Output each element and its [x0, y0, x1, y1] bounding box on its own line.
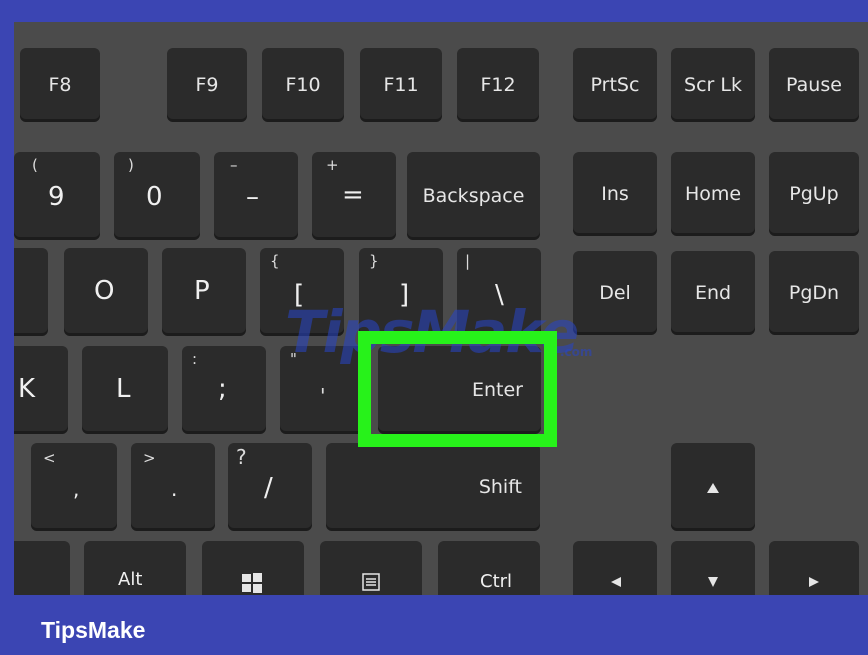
menu-icon [362, 573, 380, 591]
key-p-label: P [194, 276, 210, 306]
key-backspace[interactable]: Backspace [407, 152, 540, 240]
key-f8-label: F8 [48, 74, 72, 96]
key-0[interactable]: ) 0 [114, 152, 200, 240]
key-l[interactable]: L [82, 346, 168, 434]
key-l-label: L [116, 374, 131, 404]
key-ins[interactable]: Ins [573, 152, 657, 236]
enter-highlight-box [358, 331, 557, 447]
key-9-shift: ( [32, 156, 38, 174]
key-semicolon[interactable]: : ; [182, 346, 266, 434]
key-f8[interactable]: F8 [20, 48, 100, 122]
key-comma-shift: < [43, 449, 56, 467]
key-0-label: 0 [146, 182, 163, 212]
key-equals-shift: + [326, 156, 339, 174]
key-minus[interactable]: – – [214, 152, 298, 240]
windows-icon [242, 573, 262, 593]
key-0-shift: ) [128, 156, 134, 174]
footer-brand: TipsMake [41, 617, 146, 643]
key-period-shift: > [143, 449, 156, 467]
key-slash-label: / [264, 473, 273, 503]
arrow-right-icon [809, 577, 819, 587]
key-minus-label: – [246, 182, 259, 212]
key-period-label: . [171, 477, 178, 501]
key-end-label: End [694, 282, 732, 304]
key-slash[interactable]: ? / [228, 443, 312, 531]
key-f12-label: F12 [480, 74, 516, 96]
key-f10[interactable]: F10 [262, 48, 344, 122]
key-slash-shift: ? [236, 445, 247, 469]
key-pause[interactable]: Pause [769, 48, 859, 122]
key-f9[interactable]: F9 [167, 48, 247, 122]
key-k[interactable]: K [14, 346, 68, 434]
key-period[interactable]: > . [131, 443, 215, 531]
key-f9-label: F9 [195, 74, 219, 96]
key-pause-label: Pause [786, 74, 842, 96]
key-9-label: 9 [48, 182, 65, 212]
key-i-partial[interactable] [14, 248, 48, 336]
key-home[interactable]: Home [671, 152, 755, 236]
key-equals-label: = [342, 180, 364, 210]
arrow-down-icon [708, 577, 718, 587]
key-semicolon-label: ; [218, 374, 227, 404]
key-quote-label: ' [320, 384, 326, 408]
key-windows[interactable] [202, 541, 304, 595]
key-home-label: Home [684, 183, 742, 205]
key-menu[interactable] [320, 541, 422, 595]
key-arrow-right[interactable] [769, 541, 859, 595]
arrow-up-icon [707, 483, 719, 493]
key-equals[interactable]: + = [312, 152, 396, 240]
key-pgup-label: PgUp [789, 183, 839, 205]
key-del[interactable]: Del [573, 251, 657, 335]
key-f10-label: F10 [285, 74, 321, 96]
watermark-suffix: .com [560, 345, 593, 359]
key-o-label: O [94, 276, 115, 306]
key-p[interactable]: P [162, 248, 246, 336]
key-shift[interactable]: Shift [326, 443, 540, 531]
key-end[interactable]: End [671, 251, 755, 335]
key-scrlk-label: Scr Lk [684, 74, 742, 96]
key-comma[interactable]: < , [31, 443, 117, 531]
key-pgup[interactable]: PgUp [769, 152, 859, 236]
key-backspace-label: Backspace [422, 185, 525, 207]
arrow-left-icon [611, 577, 621, 587]
key-k-label: K [18, 374, 36, 404]
screenshot: F8 F9 F10 F11 F12 PrtSc Scr Lk Pause ( 9… [0, 0, 868, 655]
key-prtsc[interactable]: PrtSc [573, 48, 657, 122]
key-ctrl-label: Ctrl [480, 571, 513, 592]
key-prtsc-label: PrtSc [590, 74, 640, 96]
key-lbracket-shift: { [270, 252, 280, 270]
key-9[interactable]: ( 9 [14, 152, 100, 240]
key-alt-label: Alt [118, 569, 143, 590]
key-minus-shift: – [230, 156, 238, 174]
key-f11-label: F11 [383, 74, 419, 96]
key-arrow-down[interactable] [671, 541, 755, 595]
key-o[interactable]: O [64, 248, 148, 336]
key-pgdn[interactable]: PgDn [769, 251, 859, 335]
key-comma-label: , [73, 477, 80, 501]
key-backslash-shift: | [465, 252, 471, 270]
key-f12[interactable]: F12 [457, 48, 539, 122]
key-scrlk[interactable]: Scr Lk [671, 48, 755, 122]
key-semicolon-shift: : [192, 350, 198, 368]
key-fn-partial[interactable] [14, 541, 70, 595]
key-del-label: Del [599, 282, 631, 304]
key-ins-label: Ins [601, 183, 629, 205]
key-ctrl[interactable]: Ctrl [438, 541, 540, 595]
key-rbracket-shift: } [369, 252, 379, 270]
key-arrow-left[interactable] [573, 541, 657, 595]
key-f11[interactable]: F11 [360, 48, 442, 122]
key-alt[interactable]: Alt [84, 541, 186, 595]
key-shift-label: Shift [478, 476, 522, 498]
key-arrow-up[interactable] [671, 443, 755, 531]
key-pgdn-label: PgDn [788, 282, 840, 304]
